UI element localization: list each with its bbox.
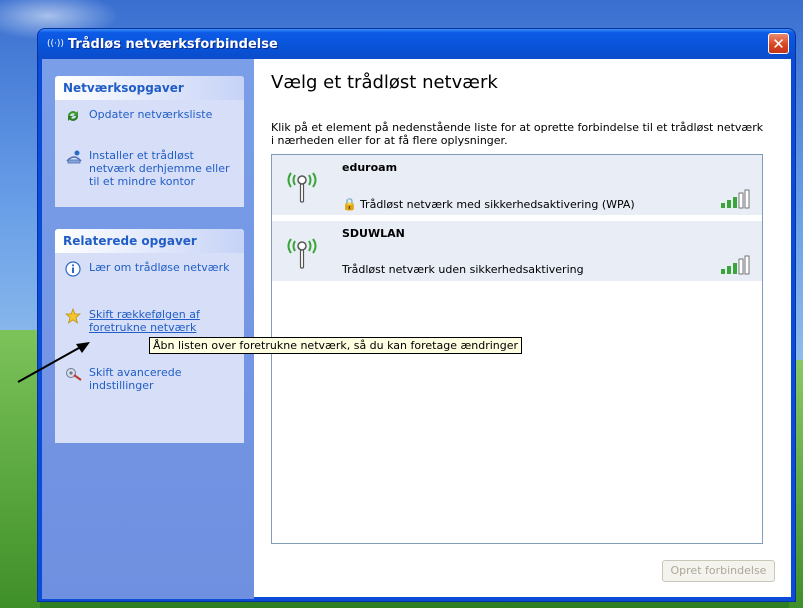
task-change-preferred-order[interactable]: Skift rækkefølgen af foretrukne netværk	[55, 286, 244, 340]
connect-button[interactable]: Opret forbindelse	[662, 560, 775, 582]
wireless-antenna-icon	[287, 238, 317, 269]
related-tasks-header[interactable]: Relaterede opgaver	[55, 229, 244, 253]
main-pane: Vælg et trådløst netværk Klik på et elem…	[254, 59, 791, 597]
network-tasks-header[interactable]: Netværksopgaver	[55, 76, 244, 100]
tooltip: Åbn listen over foretrukne netværk, så d…	[149, 337, 523, 354]
wireless-signal-icon: ((·))	[47, 39, 64, 49]
info-icon	[65, 261, 83, 280]
network-security: 🔒 Trådløst netværk med sikkerhedsaktiver…	[342, 197, 635, 211]
network-tasks-group: Netværksopgaver Opdater netværksliste In…	[55, 76, 244, 207]
signal-strength-icon	[721, 189, 750, 209]
star-icon	[65, 308, 83, 334]
network-item-sduwlan[interactable]: SDUWLAN Trådløst netværk uden sikkerheds…	[272, 221, 762, 281]
annotation-arrow	[17, 342, 90, 383]
title-bar[interactable]: ((·)) Trådløs netværksforbindelse ✕	[38, 29, 795, 59]
refresh-icon	[65, 108, 83, 127]
close-button[interactable]: ✕	[768, 33, 789, 54]
page-title: Vælg et trådløst netværk	[271, 72, 498, 93]
close-icon: ✕	[772, 34, 785, 53]
setup-wizard-icon	[65, 149, 83, 188]
window-client-area: Netværksopgaver Opdater netværksliste In…	[42, 59, 791, 599]
network-name: eduroam	[342, 161, 398, 174]
network-security-text: Trådløst netværk med sikkerhedsaktiverin…	[359, 197, 635, 211]
wireless-connection-window: ((·)) Trådløs netværksforbindelse ✕ Netv…	[37, 28, 796, 602]
wireless-antenna-icon	[287, 172, 317, 203]
network-security-text: Trådløst netværk uden sikkerhedsaktiveri…	[342, 263, 584, 276]
task-learn-wireless[interactable]: Lær om trådløse netværk	[55, 253, 244, 286]
lock-icon: 🔒	[342, 197, 357, 211]
network-name: SDUWLAN	[342, 227, 405, 240]
task-label: Lær om trådløse netværk	[89, 261, 230, 274]
task-label: Skift avancerede indstillinger	[89, 366, 182, 392]
instructions-text: Klik på et element på nedenstående liste…	[271, 121, 764, 147]
task-label: Opdater netværksliste	[89, 108, 213, 121]
task-install-wireless-network[interactable]: Installer et trådløst netværk derhjemme …	[55, 133, 244, 194]
task-label: Skift rækkefølgen af foretrukne netværk	[89, 308, 200, 334]
signal-strength-icon	[721, 255, 750, 275]
task-refresh-network-list[interactable]: Opdater netværksliste	[55, 100, 244, 133]
network-security: Trådløst netværk uden sikkerhedsaktiveri…	[342, 263, 584, 276]
related-tasks-group: Relaterede opgaver Lær om trådløse netvæ…	[55, 229, 244, 443]
network-item-eduroam[interactable]: eduroam 🔒 Trådløst netværk med sikkerhed…	[272, 155, 762, 215]
task-label: Installer et trådløst netværk derhjemme …	[89, 149, 230, 188]
window-title: Trådløs netværksforbindelse	[67, 36, 278, 52]
task-pane: Netværksopgaver Opdater netværksliste In…	[42, 59, 254, 599]
